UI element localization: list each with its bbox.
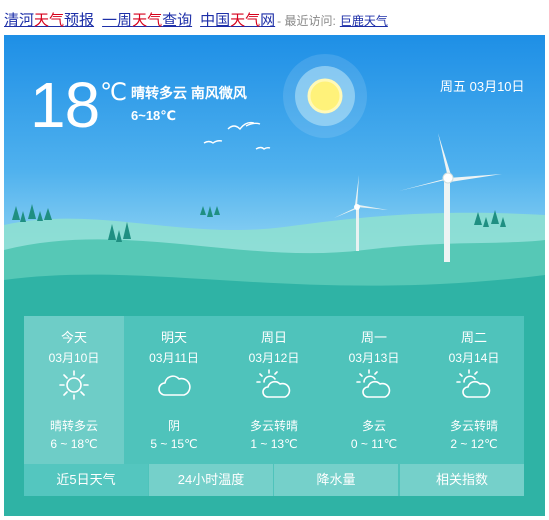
- china-weather-link[interactable]: 中国天气网: [200, 12, 275, 29]
- tab-precipitation[interactable]: 降水量: [274, 464, 398, 496]
- tab-5-day-weather[interactable]: 近5日天气: [24, 464, 148, 496]
- forecast-day-date: 03月11日: [149, 351, 199, 365]
- cloud-icon: [158, 375, 191, 396]
- forecast-day-range: 6 ~ 18℃: [50, 437, 98, 451]
- partly-cloudy-icon: [256, 369, 291, 398]
- week-forecast-link[interactable]: 一周天气查询: [102, 12, 192, 29]
- forecast-day[interactable]: 周一 03月13日 多云 0 ~ 11℃: [324, 316, 424, 464]
- forecast-day-desc: 多云转晴: [449, 419, 498, 433]
- forecast-day-name: 周二: [460, 330, 487, 345]
- forecast-day[interactable]: 周二 03月14日 多云转晴 2 ~ 12℃: [424, 316, 524, 464]
- partly-cloudy-icon: [456, 369, 491, 398]
- forecast-day-desc: 阴: [167, 419, 180, 433]
- forecast-day-range: 0 ~ 11℃: [350, 437, 398, 451]
- tab-related-index[interactable]: 相关指数: [400, 464, 524, 496]
- forecast-day-desc: 晴转多云: [49, 419, 98, 433]
- birds-illustration: [203, 121, 271, 150]
- forecast-day-range: 1 ~ 13℃: [250, 437, 298, 451]
- forecast-panel: 今天 03月10日 晴转多云 6 ~ 18℃ 明天 03月11日 阴 5 ~ 1…: [24, 316, 524, 496]
- partly-cloudy-icon: [356, 369, 391, 398]
- forecast-day[interactable]: 周日 03月12日 多云转晴 1 ~ 13℃: [224, 316, 324, 464]
- current-date: 周五 03月10日: [440, 79, 525, 94]
- forecast-day-range: 2 ~ 12℃: [450, 437, 498, 451]
- sun-illustration: [307, 78, 343, 114]
- forecast-day-date: 03月12日: [248, 351, 300, 365]
- forecast-day-desc: 多云: [361, 419, 386, 433]
- weather-card: 18 ℃ 晴转多云 南风微风 6~18℃ 周五 03月10日 今天 03月10日…: [4, 35, 545, 516]
- current-range: 6~18℃: [131, 108, 177, 123]
- local-forecast-link[interactable]: 清河天气预报: [4, 12, 94, 29]
- forecast-day-range: 5 ~ 15℃: [150, 437, 198, 451]
- temperature-unit: ℃: [100, 79, 127, 106]
- tab-24-hour-temperature[interactable]: 24小时温度: [149, 464, 273, 496]
- recent-visit-label: - 最近访问:: [277, 14, 336, 28]
- forecast-day[interactable]: 明天 03月11日 阴 5 ~ 15℃: [124, 316, 224, 464]
- forecast-day-desc: 多云转晴: [249, 419, 298, 433]
- top-link-bar: 清河天气预报 一周天气查询 中国天气网 - 最近访问: 巨鹿天气: [4, 9, 388, 33]
- sun-icon: [59, 370, 89, 400]
- forecast-day-name: 周日: [260, 330, 287, 345]
- forecast-day-date: 03月13日: [348, 351, 400, 365]
- recent-visit-link[interactable]: 巨鹿天气: [340, 14, 388, 28]
- forecast-day[interactable]: 今天 03月10日 晴转多云 6 ~ 18℃: [24, 316, 124, 464]
- forecast-day-date: 03月10日: [48, 351, 100, 365]
- forecast-day-name: 今天: [60, 330, 87, 345]
- forecast-day-name: 明天: [160, 330, 187, 345]
- forecast-day-date: 03月14日: [448, 351, 500, 365]
- forecast-day-name: 周一: [360, 330, 387, 345]
- current-condition: 晴转多云 南风微风: [131, 85, 247, 101]
- current-temperature: 18: [30, 69, 100, 141]
- forecast-tabs: 近5日天气 24小时温度 降水量 相关指数: [24, 464, 524, 496]
